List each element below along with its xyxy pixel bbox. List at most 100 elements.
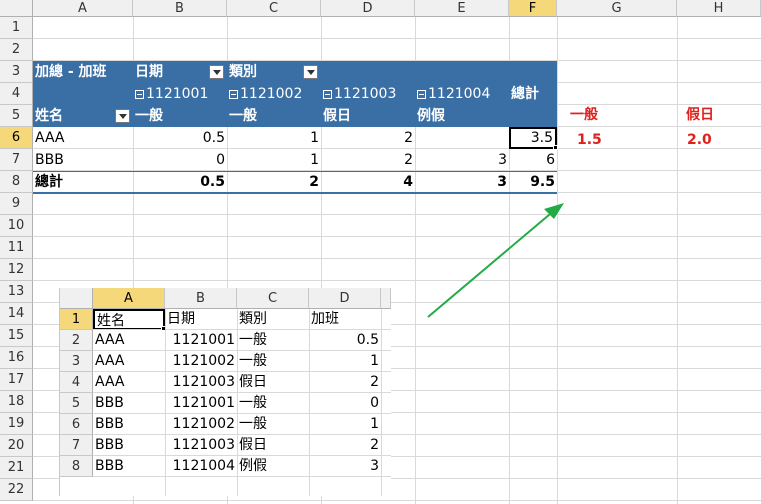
row-header[interactable]: 19 xyxy=(0,413,33,435)
pivot-date-label: 1121004 xyxy=(428,86,491,102)
pivot-date-1121002[interactable]: 1121002 xyxy=(227,84,321,104)
side-value-holiday[interactable]: 2.0 xyxy=(685,130,755,150)
inset-row-header: 2 xyxy=(60,330,93,351)
pivot-cell[interactable]: 1 xyxy=(227,128,321,148)
pivot-subheader: 例假 xyxy=(415,106,509,126)
inset-cell: 1 xyxy=(370,416,379,432)
inset-header-cell: 加班 xyxy=(311,311,339,327)
side-label-normal[interactable]: 一般 xyxy=(568,105,668,125)
pivot-row-total[interactable]: 6 xyxy=(509,150,557,170)
row-header[interactable]: 3 xyxy=(0,61,33,83)
column-header-g[interactable]: G xyxy=(557,0,677,17)
row-header[interactable]: 8 xyxy=(0,171,33,193)
pivot-cell[interactable]: 3 xyxy=(415,150,509,170)
row-header[interactable]: 21 xyxy=(0,457,33,479)
pivot-total-label[interactable]: 總計 xyxy=(33,172,133,192)
side-label-holiday[interactable]: 假日 xyxy=(684,105,760,125)
column-header-e[interactable]: E xyxy=(415,0,509,17)
row-header[interactable]: 12 xyxy=(0,259,33,281)
row-header[interactable]: 16 xyxy=(0,347,33,369)
inset-column-header-d: D xyxy=(309,288,381,309)
pivot-total-cell[interactable]: 4 xyxy=(321,172,415,192)
column-header-d[interactable]: D xyxy=(321,0,415,17)
collapse-icon[interactable] xyxy=(323,89,332,99)
inset-cell: 1121003 xyxy=(172,437,235,453)
inset-cell: 一般 xyxy=(239,395,267,411)
inset-cell: 2 xyxy=(370,437,379,453)
pivot-total-cell[interactable]: 3 xyxy=(415,172,509,192)
row-header[interactable]: 22 xyxy=(0,479,33,501)
inset-row-header: 8 xyxy=(60,456,93,477)
source-data-screenshot: A B C D 1 姓名 日期 類別 加班 2 AAA 1121001 一般 0.5 3 AAA 112… xyxy=(59,288,391,496)
row-header[interactable]: 2 xyxy=(0,39,33,61)
pivot-date-field-label: 日期 xyxy=(135,64,163,80)
date-filter-dropdown-icon[interactable] xyxy=(209,65,224,79)
inset-header-cell: 類別 xyxy=(239,311,267,327)
pivot-date-1121003[interactable]: 1121003 xyxy=(321,84,415,104)
inset-select-all-corner xyxy=(60,288,93,309)
pivot-grand-total[interactable]: 9.5 xyxy=(509,172,557,192)
collapse-icon[interactable] xyxy=(417,89,426,99)
row-header[interactable]: 11 xyxy=(0,237,33,259)
inset-cell: 1121001 xyxy=(172,332,235,348)
pivot-table[interactable]: 加總 - 加班 日期 類別 1121001 1121002 1121003 11… xyxy=(33,61,558,194)
column-header-f[interactable]: F xyxy=(509,0,557,17)
pivot-date-field[interactable]: 日期 xyxy=(133,62,227,82)
pivot-total-cell[interactable]: 0.5 xyxy=(133,172,227,192)
pivot-cell[interactable]: 0 xyxy=(133,150,227,170)
column-header-h[interactable]: H xyxy=(677,0,761,17)
pivot-date-label: 1121002 xyxy=(240,86,303,102)
inset-cell: 0.5 xyxy=(356,332,379,348)
side-value-normal[interactable]: 1.5 xyxy=(575,130,665,150)
name-filter-dropdown-icon[interactable] xyxy=(115,109,130,123)
column-header-a[interactable]: A xyxy=(33,0,133,17)
inset-row-header: 7 xyxy=(60,435,93,456)
row-header[interactable]: 5 xyxy=(0,105,33,127)
pivot-row-label[interactable]: AAA xyxy=(33,128,133,148)
pivot-cell[interactable]: 2 xyxy=(321,150,415,170)
inset-row-header: 4 xyxy=(60,372,93,393)
inset-cell: BBB xyxy=(95,395,124,411)
row-header[interactable]: 10 xyxy=(0,215,33,237)
pivot-date-label: 1121003 xyxy=(334,86,397,102)
pivot-cell[interactable]: 1 xyxy=(227,150,321,170)
pivot-total-cell[interactable]: 2 xyxy=(227,172,321,192)
row-header[interactable]: 6 xyxy=(0,127,33,149)
row-header[interactable]: 13 xyxy=(0,281,33,303)
inset-cell: 0 xyxy=(370,395,379,411)
category-filter-dropdown-icon[interactable] xyxy=(303,65,318,79)
row-header[interactable]: 7 xyxy=(0,149,33,171)
pivot-row-field[interactable]: 姓名 xyxy=(33,106,133,126)
pivot-date-1121004[interactable]: 1121004 xyxy=(415,84,509,104)
row-header[interactable]: 9 xyxy=(0,193,33,215)
inset-row-header: 5 xyxy=(60,393,93,414)
row-header[interactable]: 1 xyxy=(0,17,33,39)
column-header-b[interactable]: B xyxy=(133,0,227,17)
row-header[interactable]: 17 xyxy=(0,369,33,391)
arrow-annotation-icon xyxy=(427,203,564,318)
row-header[interactable]: 18 xyxy=(0,391,33,413)
pivot-cell[interactable]: 2 xyxy=(321,128,415,148)
inset-cell: 假日 xyxy=(239,437,267,453)
row-header[interactable]: 14 xyxy=(0,303,33,325)
row-header[interactable]: 20 xyxy=(0,435,33,457)
select-all-corner[interactable] xyxy=(0,0,33,17)
inset-cell: 一般 xyxy=(239,353,267,369)
pivot-category-field[interactable]: 類別 xyxy=(227,62,321,82)
collapse-icon[interactable] xyxy=(229,89,238,99)
pivot-date-1121001[interactable]: 1121001 xyxy=(133,84,227,104)
pivot-row-field-label: 姓名 xyxy=(35,108,63,124)
pivot-subheader: 一般 xyxy=(133,106,227,126)
pivot-cell[interactable]: 0.5 xyxy=(133,128,227,148)
pivot-row-label[interactable]: BBB xyxy=(33,150,133,170)
collapse-icon[interactable] xyxy=(135,89,144,99)
inset-row-header: 3 xyxy=(60,351,93,372)
column-header-c[interactable]: C xyxy=(227,0,321,17)
pivot-row-total-selected[interactable]: 3.5 xyxy=(509,127,557,149)
row-header[interactable]: 15 xyxy=(0,325,33,347)
pivot-category-field-label: 類別 xyxy=(229,64,257,80)
pivot-title: 加總 - 加班 xyxy=(33,62,133,82)
inset-column-header-a: A xyxy=(93,288,165,309)
pivot-subheader: 一般 xyxy=(227,106,321,126)
row-header[interactable]: 4 xyxy=(0,83,33,105)
